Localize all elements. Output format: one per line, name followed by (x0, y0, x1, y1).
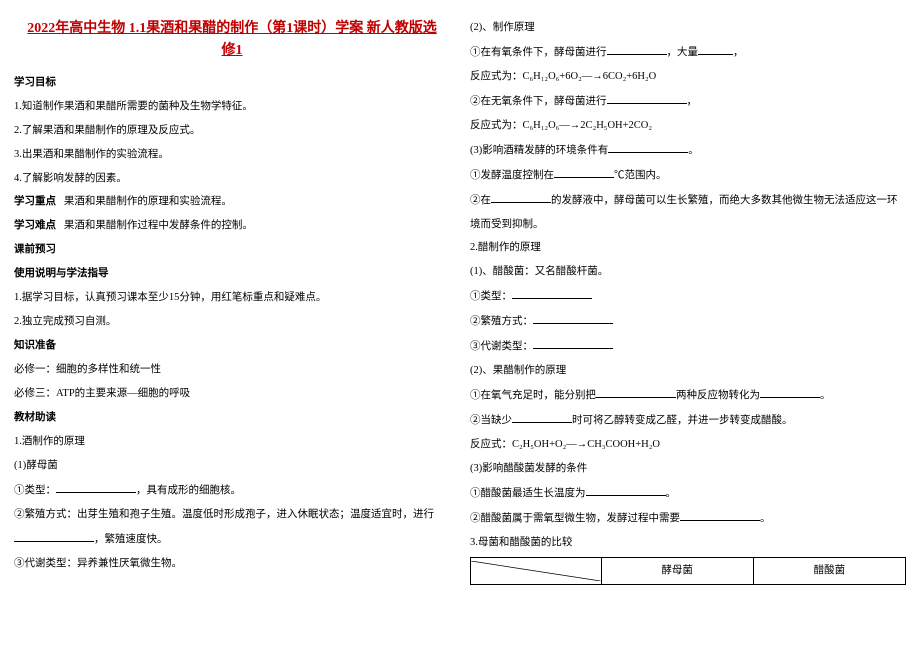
ferment-liquid-2: 境而受到抑制。 (470, 215, 906, 235)
goal-3: 3.出果酒和果醋制作的实验流程。 (14, 145, 450, 165)
blank-liquid (491, 190, 551, 203)
yeast-reproduce: ②繁殖方式：出芽生殖和孢子生殖。温度低时形成孢子，进入休眠状态；温度适宜时，进行 (14, 505, 450, 525)
heading-guide: 使用说明与学法指导 (14, 264, 450, 284)
blank-aceto-type (512, 286, 592, 299)
heading-goals: 学习目标 (14, 73, 450, 93)
yeast-heading: (1)酵母菌 (14, 456, 450, 476)
difficulty-content: 果酒和果醋制作过程中发酵条件的控制。 (64, 220, 253, 231)
yeast-metabolism: ③代谢类型：异养兼性厌氧微生物。 (14, 554, 450, 574)
blank-aerobic-2 (698, 42, 733, 55)
document-title: 2022年高中生物 1.1果酒和果醋的制作（第1课时）学案 新人教版选 修1 (14, 18, 450, 63)
aceto-type: ①类型： (470, 286, 906, 307)
blank-aceto-temp (586, 483, 666, 496)
temp-range: ①发酵温度控制在℃范围内。 (470, 165, 906, 186)
heading-preclass: 课前预习 (14, 240, 450, 260)
wine-heading: 1.酒制作的原理 (14, 432, 450, 452)
row-difficulty: 学习难点 果酒和果醋制作过程中发酵条件的控制。 (14, 216, 450, 236)
make-principle: (2)、制作原理 (470, 18, 906, 38)
aceto-heading: (1)、醋酸菌：又名醋酸杆菌。 (470, 262, 906, 282)
blank-reproduce (14, 529, 94, 542)
prep-2: 必修三：ATP的主要来源—细胞的呼吸 (14, 384, 450, 404)
right-column: (2)、制作原理 ①在有氧条件下，酵母菌进行，大量， 反应式为：C₆H₁₂O₆+… (470, 18, 906, 585)
lack: ②当缺少时可将乙醇转变成乙醛，并进一步转变成醋酸。 (470, 410, 906, 431)
focus-content: 果酒和果醋制作的原理和实验流程。 (64, 196, 232, 207)
blank-env (608, 140, 688, 153)
blank-yeast-type (56, 480, 136, 493)
aerobic: ①在有氧条件下，酵母菌进行，大量， (470, 42, 906, 63)
blank-o2-1 (596, 385, 676, 398)
oxygen-full: ①在氧气充足时，能分别把两种反应物转化为。 (470, 385, 906, 406)
anaerobic-eq: 反应式为：C₆H₁₂O₆—→2C₂H₅OH+2CO₂ (470, 116, 906, 136)
vinegar-principle: (2)、果醋制作的原理 (470, 361, 906, 381)
aceto-metab: ③代谢类型： (470, 336, 906, 357)
aceto-temp: ①醋酸菌最适生长温度为。 (470, 483, 906, 504)
goal-2: 2.了解果酒和果醋制作的原理及反应式。 (14, 121, 450, 141)
col-yeast: 酵母菌 (601, 557, 753, 584)
blank-aerobic-1 (607, 42, 667, 55)
blank-temp (554, 165, 614, 178)
blank-aceto-rep (533, 311, 613, 324)
vinegar-heading: 2.醋制作的原理 (470, 238, 906, 258)
left-column: 2022年高中生物 1.1果酒和果醋的制作（第1课时）学案 新人教版选 修1 学… (14, 18, 450, 585)
blank-lack (512, 410, 572, 423)
heading-prep: 知识准备 (14, 336, 450, 356)
blank-anaerobic (607, 91, 687, 104)
vinegar-eq: 反应式：C₂H₅OH+O₂—→CH₃COOH+H₂O (470, 435, 906, 455)
blank-aceto-met (533, 336, 613, 349)
aerobic-eq: 反应式为：C₆H₁₂O₆+6O₂—→6CO₂+6H₂O (470, 67, 906, 87)
yeast-type: ①类型：，具有成形的细胞核。 (14, 480, 450, 501)
blank-o2-2 (760, 385, 820, 398)
guide-2: 2.独立完成预习自测。 (14, 312, 450, 332)
row-focus: 学习重点 果酒和果醋制作的原理和实验流程。 (14, 192, 450, 212)
goal-1: 1.知道制作果酒和果醋所需要的菌种及生物学特征。 (14, 97, 450, 117)
env-cond: (3)影响酒精发酵的环境条件有。 (470, 140, 906, 161)
aceto-cond: (3)影响醋酸菌发酵的条件 (470, 459, 906, 479)
diagonal-cell (471, 561, 601, 581)
heading-textbook: 教材助读 (14, 408, 450, 428)
compare-table: 酵母菌 醋酸菌 (470, 557, 906, 585)
yeast-reproduce-blank: ，繁殖速度快。 (14, 529, 450, 550)
compare-heading: 3.母菌和醋酸菌的比较 (470, 533, 906, 553)
aceto-reproduce: ②繁殖方式： (470, 311, 906, 332)
blank-aceto-o2 (680, 508, 760, 521)
anaerobic: ②在无氧条件下，酵母菌进行， (470, 91, 906, 112)
heading-focus: 学习重点 (14, 196, 56, 207)
prep-1: 必修一：细胞的多样性和统一性 (14, 360, 450, 380)
ferment-liquid: ②在的发酵液中，酵母菌可以生长繁殖，而绝大多数其他微生物无法适应这一环 (470, 190, 906, 211)
aceto-o2: ②醋酸菌属于需氧型微生物，发酵过程中需要。 (470, 508, 906, 529)
guide-1: 1.据学习目标，认真预习课本至少15分钟，用红笔标重点和疑难点。 (14, 288, 450, 308)
heading-difficulty: 学习难点 (14, 220, 56, 231)
col-aceto: 醋酸菌 (753, 557, 905, 584)
goal-4: 4.了解影响发酵的因素。 (14, 169, 450, 189)
